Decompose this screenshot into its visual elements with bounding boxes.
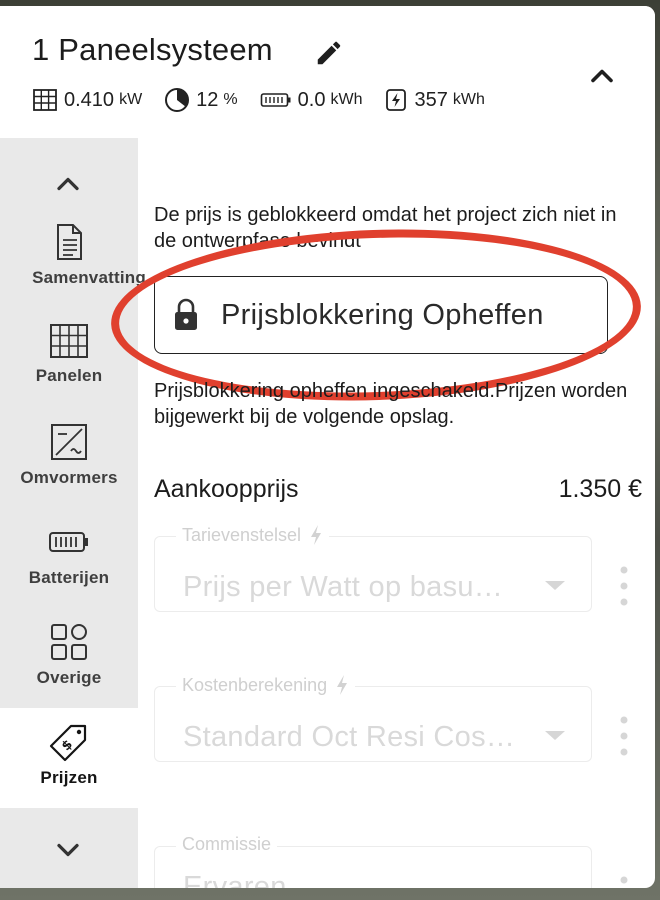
stat-power-value: 0.410 (64, 88, 115, 111)
panel-header: 1 Paneelsysteem 0.410 kW 12 % 0.0 kWh 35… (0, 6, 655, 138)
stat-coverage-unit: % (223, 91, 238, 108)
cost-calc-label-text: Kostenberekening (182, 674, 328, 695)
unlock-info-text: Prijsblokkering opheffen ingeschakeld.Pr… (154, 380, 628, 428)
cost-calc-field: Standard Oct Resi Cos… Kostenberekening (154, 674, 644, 764)
solar-panel-icon (33, 89, 57, 111)
sidebar-item-samenvatting[interactable]: Samenvatting (0, 208, 146, 308)
sidebar-item-panelen[interactable]: Panelen (0, 308, 138, 408)
panel-grid-icon (50, 324, 88, 358)
tariff-select[interactable]: Prijs per Watt op basu… (154, 536, 592, 612)
more-vertical-icon[interactable] (620, 564, 628, 608)
stat-battery-unit: kWh (330, 91, 363, 108)
price-locked-notice: De prijs is geblokkeerd omdat het projec… (154, 204, 617, 252)
unlock-price-label: Prijsblokkering Opheffen (221, 298, 544, 331)
stat-power-unit: kW (119, 91, 143, 108)
sidebar-item-batterijen[interactable]: Batterijen (0, 508, 138, 608)
pencil-icon[interactable] (314, 38, 344, 68)
sidebar-item-omvormers[interactable]: Omvormers (0, 408, 138, 508)
tariff-label-text: Tarievenstelsel (182, 524, 302, 545)
lightning-icon (311, 525, 322, 545)
pie-chart-icon (165, 88, 190, 112)
sidebar-item-label: Samenvatting (32, 268, 146, 287)
stat-energy-value: 357 (414, 88, 448, 111)
stat-energy: 357 kWh (384, 87, 485, 113)
system-title: 1 Paneelsysteem (32, 32, 273, 67)
cost-calc-value: Standard Oct Resi Cos… (183, 721, 516, 753)
purchase-price-label: Aankoopprijs (154, 474, 299, 503)
sidebar-item-label: Omvormers (20, 468, 118, 487)
stat-coverage: 12 % (164, 87, 238, 113)
lock-icon (175, 298, 197, 330)
inverter-icon (51, 424, 87, 460)
sidebar-item-label: Overige (36, 668, 102, 687)
battery-icon (49, 532, 88, 552)
purchase-price-value: 1.350 € (558, 474, 642, 503)
unlock-price-button[interactable]: Prijsblokkering Opheffen (154, 276, 608, 354)
battery-icon (260, 93, 291, 107)
design-panel: 1 Paneelsysteem 0.410 kW 12 % 0.0 kWh 35… (0, 6, 655, 888)
sidebar-item-prijzen[interactable]: $ Prijzen (0, 708, 138, 808)
sidebar-item-label: Prijzen (40, 768, 98, 787)
dropdown-arrow-icon (545, 581, 565, 590)
commission-value: Ervaren (183, 871, 287, 888)
system-stats: 0.410 kW 12 % 0.0 kWh 357 kWh (32, 86, 507, 114)
stat-energy-unit: kWh (452, 91, 485, 108)
cost-calc-select[interactable]: Standard Oct Resi Cos… (154, 686, 592, 762)
dropdown-arrow-icon (545, 731, 565, 740)
more-vertical-icon[interactable] (620, 874, 628, 888)
stat-battery: 0.0 kWh (260, 88, 363, 112)
commission-label: Commissie (176, 834, 278, 855)
stat-power: 0.410 kW (32, 88, 142, 112)
commission-label-text: Commissie (182, 834, 272, 854)
tariff-label: Tarievenstelsel (176, 524, 330, 546)
apps-icon (51, 624, 87, 660)
sidebar-item-label: Batterijen (28, 568, 110, 587)
sidebar-item-label: Panelen (35, 366, 103, 385)
more-vertical-icon[interactable] (620, 714, 628, 758)
sidebar-item-overige[interactable]: Overige (0, 608, 138, 708)
tariff-field: Prijs per Watt op basu… Tarievenstelsel (154, 524, 644, 614)
tariff-value: Prijs per Watt op basu… (183, 571, 504, 603)
lightning-icon (337, 675, 348, 695)
chevron-up-icon[interactable] (50, 166, 86, 202)
stat-battery-value: 0.0 (297, 88, 326, 111)
sidebar-nav: Samenvatting Panelen Omvormers Batterije… (0, 138, 146, 888)
energy-icon (386, 89, 407, 111)
cost-calc-label: Kostenberekening (176, 674, 356, 696)
document-icon (57, 224, 82, 260)
price-tag-icon: $ (49, 724, 87, 762)
chevron-up-icon[interactable] (584, 58, 620, 94)
chevron-down-icon[interactable] (50, 832, 86, 868)
commission-field: Ervaren Commissie (154, 834, 644, 888)
purchase-price-row: Aankoopprijs 1.350 € (154, 472, 642, 506)
stat-coverage-value: 12 (196, 88, 219, 111)
pricing-content: De prijs is geblokkeerd omdat het projec… (108, 138, 644, 888)
